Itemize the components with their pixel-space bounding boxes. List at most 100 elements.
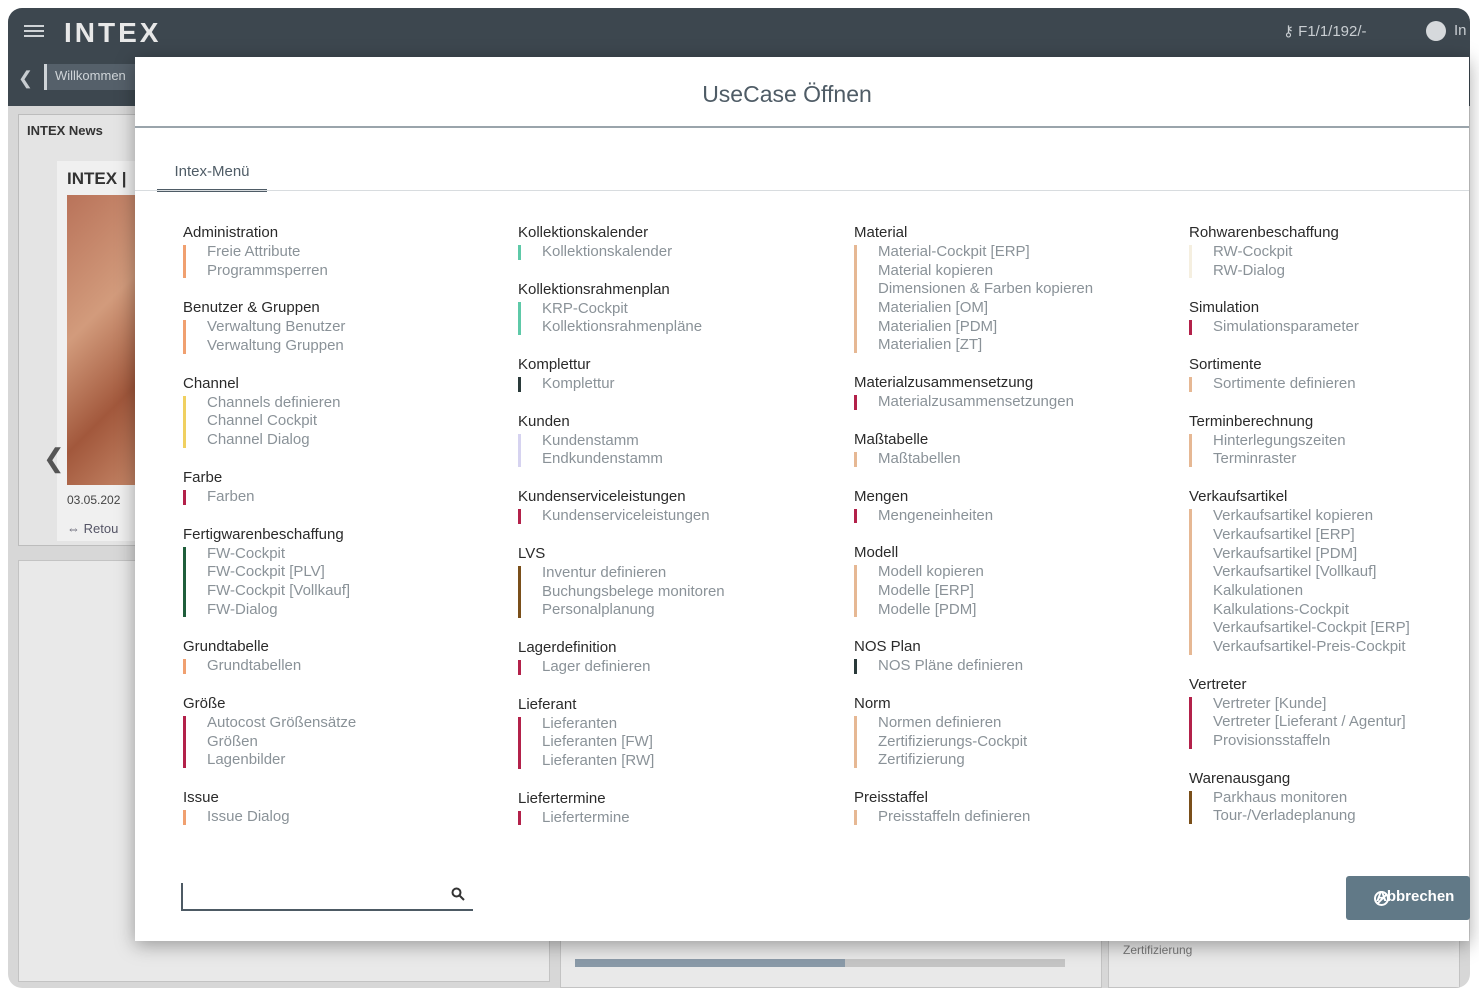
menu-item[interactable]: Lager definieren: [542, 658, 826, 677]
menu-group-title: Kollektionskalender: [518, 224, 649, 241]
carousel-prev-icon[interactable]: ❮: [43, 443, 65, 474]
menu-item[interactable]: Materialien [ZT]: [878, 336, 1162, 355]
menu-item[interactable]: Material kopieren: [878, 262, 1162, 281]
menu-item[interactable]: NOS Pläne definieren: [878, 657, 1162, 676]
menu-group-color-bar: [854, 508, 857, 524]
menu-item[interactable]: Kollektionskalender: [542, 243, 826, 262]
menu-item[interactable]: Maßtabellen: [878, 450, 1162, 469]
menu-item[interactable]: Channel Dialog: [207, 431, 491, 450]
news-panel-title: INTEX News: [27, 123, 103, 138]
menu-item[interactable]: Verkaufsartikel-Cockpit [ERP]: [1213, 619, 1469, 638]
menu-item[interactable]: Lieferanten [FW]: [542, 733, 826, 752]
menu-item[interactable]: Hinterlegungszeiten: [1213, 432, 1469, 451]
menu-item[interactable]: Preisstaffeln definieren: [878, 808, 1162, 827]
menu-item[interactable]: Dimensionen & Farben kopieren: [878, 280, 1162, 299]
menu-item[interactable]: Kalkulationen: [1213, 582, 1469, 601]
menu-item[interactable]: Parkhaus monitoren: [1213, 789, 1469, 808]
hamburger-menu-icon[interactable]: [24, 22, 44, 40]
menu-item[interactable]: Kundenstamm: [542, 432, 826, 451]
menu-item[interactable]: Materialien [PDM]: [878, 318, 1162, 337]
menu-item[interactable]: Lagenbilder: [207, 751, 491, 770]
back-arrow-icon[interactable]: ❮: [18, 68, 33, 89]
menu-item[interactable]: Sortimente definieren: [1213, 375, 1469, 394]
menu-item[interactable]: Simulationsparameter: [1213, 318, 1469, 337]
menu-item[interactable]: Farben: [207, 488, 491, 507]
menu-item[interactable]: Verkaufsartikel [Vollkauf]: [1213, 563, 1469, 582]
usecase-dialog: UseCase Öffnen Intex-Menü Administration…: [135, 57, 1470, 941]
menu-item[interactable]: Endkundenstamm: [542, 450, 826, 469]
menu-item[interactable]: Modelle [ERP]: [878, 582, 1162, 601]
menu-item[interactable]: FW-Cockpit: [207, 545, 491, 564]
menu-item[interactable]: Programmsperren: [207, 262, 491, 281]
key-info: ⚷ F1/1/192/-: [1283, 23, 1367, 40]
menu-group-title: Fertigwarenbeschaffung: [183, 525, 344, 543]
tab-intex-menu[interactable]: Intex-Menü: [157, 163, 267, 192]
search-icon[interactable]: [451, 887, 465, 901]
menu-group-title: Maßtabelle: [854, 430, 929, 448]
menu-group-color-bar: [854, 715, 857, 768]
menu-item[interactable]: Mengeneinheiten: [878, 507, 1162, 526]
menu-item[interactable]: Freie Attribute: [207, 243, 491, 262]
menu-item[interactable]: Verwaltung Benutzer: [207, 318, 491, 337]
menu-group: Material Material-Cockpit [ERP] Material k…: [842, 223, 1162, 355]
menu-item[interactable]: Terminraster: [1213, 450, 1469, 469]
menu-item[interactable]: Verwaltung Gruppen: [207, 337, 491, 356]
menu-item[interactable]: Vertreter [Lieferant / Agentur]: [1213, 713, 1469, 732]
menu-item[interactable]: Liefertermine: [542, 809, 826, 828]
menu-group-color-bar: [1189, 245, 1192, 279]
menu-item[interactable]: Personalplanung: [542, 601, 826, 620]
menu-item[interactable]: Lieferanten: [542, 715, 826, 734]
menu-item[interactable]: Größen: [207, 733, 491, 752]
menu-item[interactable]: Modell kopieren: [878, 563, 1162, 582]
menu-item[interactable]: Normen definieren: [878, 714, 1162, 733]
menu-group-color-bar: [854, 659, 857, 674]
menu-item[interactable]: Modelle [PDM]: [878, 601, 1162, 620]
menu-item[interactable]: Verkaufsartikel kopieren: [1213, 507, 1469, 526]
menu-group: Administration Freie Attribute Programmspe…: [171, 223, 491, 280]
user-name: In: [1454, 22, 1467, 39]
menu-item[interactable]: FW-Cockpit [PLV]: [207, 563, 491, 582]
menu-group-items: Lager definieren: [518, 658, 826, 677]
menu-group: Materialzusammensetzung Materialzusammens…: [842, 373, 1162, 412]
menu-item[interactable]: RW-Cockpit: [1213, 243, 1469, 262]
menu-item[interactable]: Verkaufsartikel [ERP]: [1213, 526, 1469, 545]
menu-item[interactable]: Grundtabellen: [207, 657, 491, 676]
menu-item[interactable]: FW-Cockpit [Vollkauf]: [207, 582, 491, 601]
news-link[interactable]: ⇔ Retou: [67, 521, 118, 536]
menu-item[interactable]: FW-Dialog: [207, 601, 491, 620]
menu-item[interactable]: Kalkulations-Cockpit: [1213, 601, 1469, 620]
menu-column-1: Administration Freie Attribute Programmspe…: [171, 223, 491, 845]
cancel-button[interactable]: Abbrechen: [1346, 876, 1470, 920]
menu-item[interactable]: Channels definieren: [207, 394, 491, 413]
menu-group: Simulation Simulationsparameter: [1177, 298, 1469, 337]
progress-fill: [575, 959, 845, 967]
menu-group-items: Kollektionskalender: [518, 243, 826, 262]
menu-item[interactable]: Issue Dialog: [207, 808, 491, 827]
menu-group-items: RW-Cockpit RW-Dialog: [1189, 243, 1469, 280]
menu-group-title: Issue: [183, 789, 219, 806]
menu-item[interactable]: Autocost Größensätze: [207, 714, 491, 733]
menu-group: Channel Channels definieren Channel Cockpi…: [171, 374, 491, 450]
news-card[interactable]: INTEX | 03.05.202 ⇔ Retou: [57, 161, 147, 541]
user-icon[interactable]: [1426, 21, 1446, 41]
menu-item[interactable]: Verkaufsartikel-Preis-Cockpit: [1213, 638, 1469, 657]
menu-item[interactable]: KRP-Cockpit: [542, 300, 826, 319]
menu-item[interactable]: Kollektionsrahmenpläne: [542, 318, 826, 337]
menu-item[interactable]: RW-Dialog: [1213, 262, 1469, 281]
menu-item[interactable]: Zertifizierung: [878, 751, 1162, 770]
menu-item[interactable]: Materialzusammensetzungen: [878, 393, 1162, 412]
menu-item[interactable]: Lieferanten [RW]: [542, 752, 826, 771]
menu-item[interactable]: Material-Cockpit [ERP]: [878, 243, 1162, 262]
menu-item[interactable]: Tour-/Verladeplanung: [1213, 807, 1469, 826]
menu-item[interactable]: Komplettur: [542, 375, 826, 394]
search-input[interactable]: [181, 883, 447, 909]
menu-item[interactable]: Verkaufsartikel [PDM]: [1213, 545, 1469, 564]
menu-item[interactable]: Vertreter [Kunde]: [1213, 695, 1469, 714]
menu-item[interactable]: Inventur definieren: [542, 564, 826, 583]
menu-item[interactable]: Zertifizierungs-Cockpit: [878, 733, 1162, 752]
menu-item[interactable]: Provisionsstaffeln: [1213, 732, 1469, 751]
menu-item[interactable]: Buchungsbelege monitoren: [542, 583, 826, 602]
menu-item[interactable]: Kundenserviceleistungen: [542, 507, 826, 526]
menu-item[interactable]: Channel Cockpit: [207, 412, 491, 431]
menu-item[interactable]: Materialien [OM]: [878, 299, 1162, 318]
